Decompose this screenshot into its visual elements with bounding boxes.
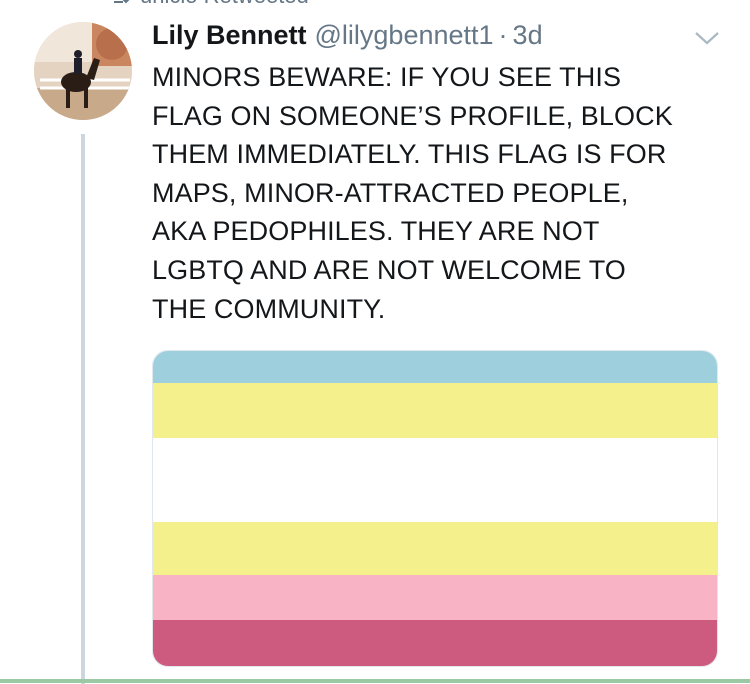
tweet-header: Lily Bennett @lilygbennett1 · 3d: [152, 20, 543, 54]
bottom-divider: [0, 679, 750, 683]
flag-stripe: [153, 521, 717, 575]
author-handle[interactable]: @lilygbennett1: [315, 20, 494, 51]
tweet-text-line: MINORS BEWARE: IF YOU SEE THIS: [152, 62, 622, 92]
tweet-text-line: THE COMMUNITY.: [152, 293, 386, 324]
flag-stripe: [153, 383, 717, 438]
flag-stripe: [153, 574, 717, 620]
flag-stripe: [153, 437, 717, 522]
retweet-banner: unicio Retweeted: [108, 0, 309, 9]
chevron-down-icon[interactable]: [693, 28, 721, 48]
tweet-timestamp[interactable]: 3d: [513, 20, 543, 51]
tweet-text-line: LGBTQ AND ARE NOT WELCOME TO: [152, 254, 626, 285]
retweet-icon: [111, 0, 130, 4]
retweet-banner-text: unicio Retweeted: [140, 0, 309, 9]
flag-stripe: [153, 619, 717, 666]
thread-line: [81, 134, 85, 684]
avatar[interactable]: [34, 22, 132, 120]
tweet-text-line: THEM IMMEDIATELY. THIS FLAG IS FOR: [152, 139, 667, 170]
tweet-text-line: MAPS, MINOR-ATTRACTED PEOPLE,: [152, 177, 629, 208]
tweet-text: MINORS BEWARE: IF YOU SEE THIS FLAG ON SO…: [152, 58, 732, 328]
tweet-text-line: AKA PEDOPHILES. THEY ARE NOT: [152, 216, 600, 247]
separator-dot: ·: [498, 20, 508, 50]
horse-rider-photo: [34, 22, 132, 120]
author-display-name[interactable]: Lily Bennett: [152, 20, 307, 51]
flag-stripe: [153, 351, 717, 384]
tweet-media-flag-image[interactable]: [152, 350, 718, 667]
tweet-text-line: FLAG ON SOMEONE’S PROFILE, BLOCK: [152, 100, 673, 131]
